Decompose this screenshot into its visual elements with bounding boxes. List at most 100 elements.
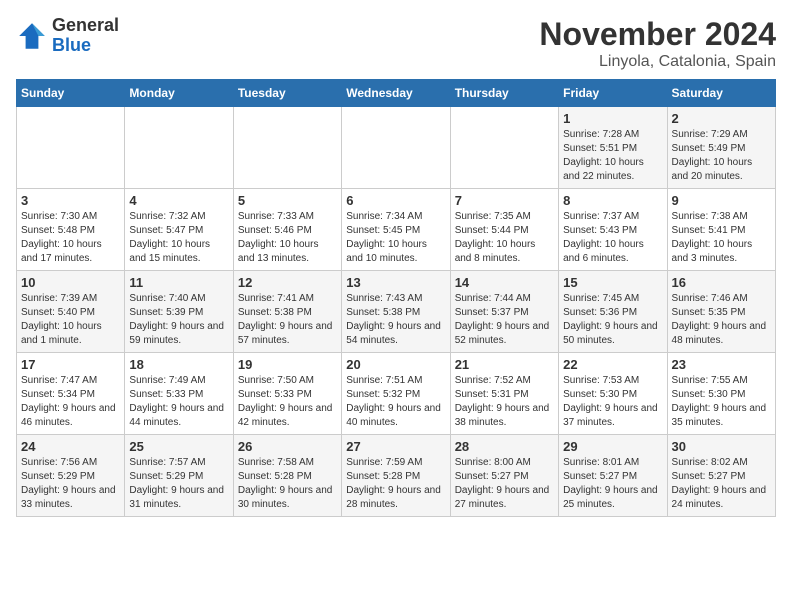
day-info: Sunrise: 7:39 AM Sunset: 5:40 PM Dayligh… — [21, 292, 120, 348]
day-cell: 12 Sunrise: 7:41 AM Sunset: 5:38 PM Dayli… — [233, 271, 341, 353]
day-info: Sunrise: 7:34 AM Sunset: 5:45 PM Dayligh… — [346, 210, 445, 266]
day-cell: 1Sunrise: 7:28 AM Sunset: 5:51 PM Daylig… — [559, 107, 667, 189]
day-info: Sunrise: 7:52 AM Sunset: 5:31 PM Dayligh… — [455, 374, 554, 430]
day-number: 27 — [346, 439, 445, 454]
day-info: Sunrise: 7:38 AM Sunset: 5:41 PM Dayligh… — [672, 210, 771, 266]
day-cell: 24 Sunrise: 7:56 AM Sunset: 5:29 PM Dayli… — [17, 435, 125, 517]
day-cell: 9 Sunrise: 7:38 AM Sunset: 5:41 PM Daylig… — [667, 189, 775, 271]
calendar-table: SundayMondayTuesdayWednesdayThursdayFrid… — [16, 79, 776, 517]
day-number: 17 — [21, 357, 120, 372]
day-number: 7 — [455, 193, 554, 208]
day-cell: 20 Sunrise: 7:51 AM Sunset: 5:32 PM Dayli… — [342, 353, 450, 435]
day-number: 16 — [672, 275, 771, 290]
day-info: Sunrise: 8:01 AM Sunset: 5:27 PM Dayligh… — [563, 456, 662, 512]
day-header-friday: Friday — [559, 80, 667, 107]
week-row-2: 3 Sunrise: 7:30 AM Sunset: 5:48 PM Daylig… — [17, 189, 776, 271]
day-info: Sunrise: 7:45 AM Sunset: 5:36 PM Dayligh… — [563, 292, 662, 348]
day-number: 8 — [563, 193, 662, 208]
week-row-5: 24 Sunrise: 7:56 AM Sunset: 5:29 PM Dayli… — [17, 435, 776, 517]
day-number: 26 — [238, 439, 337, 454]
day-cell: 3 Sunrise: 7:30 AM Sunset: 5:48 PM Daylig… — [17, 189, 125, 271]
day-number: 9 — [672, 193, 771, 208]
day-info: Sunrise: 7:55 AM Sunset: 5:30 PM Dayligh… — [672, 374, 771, 430]
day-number: 30 — [672, 439, 771, 454]
day-info: Sunrise: 7:32 AM Sunset: 5:47 PM Dayligh… — [129, 210, 228, 266]
week-row-3: 10 Sunrise: 7:39 AM Sunset: 5:40 PM Dayli… — [17, 271, 776, 353]
day-number: 29 — [563, 439, 662, 454]
day-cell: 17 Sunrise: 7:47 AM Sunset: 5:34 PM Dayli… — [17, 353, 125, 435]
day-number: 22 — [563, 357, 662, 372]
day-number: 21 — [455, 357, 554, 372]
day-info: Sunrise: 7:50 AM Sunset: 5:33 PM Dayligh… — [238, 374, 337, 430]
day-cell: 2Sunrise: 7:29 AM Sunset: 5:49 PM Daylig… — [667, 107, 775, 189]
week-row-1: 1Sunrise: 7:28 AM Sunset: 5:51 PM Daylig… — [17, 107, 776, 189]
day-number: 20 — [346, 357, 445, 372]
calendar-body: 1Sunrise: 7:28 AM Sunset: 5:51 PM Daylig… — [17, 107, 776, 517]
day-cell: 18Sunrise: 7:49 AM Sunset: 5:33 PM Dayli… — [125, 353, 233, 435]
day-cell: 10 Sunrise: 7:39 AM Sunset: 5:40 PM Dayli… — [17, 271, 125, 353]
day-number: 24 — [21, 439, 120, 454]
day-cell: 16 Sunrise: 7:46 AM Sunset: 5:35 PM Dayli… — [667, 271, 775, 353]
day-cell: 28 Sunrise: 8:00 AM Sunset: 5:27 PM Dayli… — [450, 435, 558, 517]
day-cell — [125, 107, 233, 189]
day-cell: 5Sunrise: 7:33 AM Sunset: 5:46 PM Daylig… — [233, 189, 341, 271]
day-cell — [450, 107, 558, 189]
day-number: 23 — [672, 357, 771, 372]
day-cell: 14 Sunrise: 7:44 AM Sunset: 5:37 PM Dayli… — [450, 271, 558, 353]
day-cell: 15Sunrise: 7:45 AM Sunset: 5:36 PM Dayli… — [559, 271, 667, 353]
month-title: November 2024 — [539, 16, 776, 53]
day-info: Sunrise: 7:35 AM Sunset: 5:44 PM Dayligh… — [455, 210, 554, 266]
day-cell: 19 Sunrise: 7:50 AM Sunset: 5:33 PM Dayli… — [233, 353, 341, 435]
day-info: Sunrise: 7:44 AM Sunset: 5:37 PM Dayligh… — [455, 292, 554, 348]
day-number: 19 — [238, 357, 337, 372]
day-cell: 11 Sunrise: 7:40 AM Sunset: 5:39 PM Dayli… — [125, 271, 233, 353]
day-cell: 27 Sunrise: 7:59 AM Sunset: 5:28 PM Dayli… — [342, 435, 450, 517]
day-info: Sunrise: 7:58 AM Sunset: 5:28 PM Dayligh… — [238, 456, 337, 512]
day-number: 6 — [346, 193, 445, 208]
day-header-tuesday: Tuesday — [233, 80, 341, 107]
day-info: Sunrise: 7:51 AM Sunset: 5:32 PM Dayligh… — [346, 374, 445, 430]
day-number: 5 — [238, 193, 337, 208]
calendar-header-row: SundayMondayTuesdayWednesdayThursdayFrid… — [17, 80, 776, 107]
day-info: Sunrise: 8:00 AM Sunset: 5:27 PM Dayligh… — [455, 456, 554, 512]
day-cell — [233, 107, 341, 189]
day-header-monday: Monday — [125, 80, 233, 107]
day-cell — [17, 107, 125, 189]
day-number: 3 — [21, 193, 120, 208]
day-cell: 13 Sunrise: 7:43 AM Sunset: 5:38 PM Dayli… — [342, 271, 450, 353]
logo-text: General Blue — [52, 16, 119, 56]
day-number: 11 — [129, 275, 228, 290]
day-info: Sunrise: 7:41 AM Sunset: 5:38 PM Dayligh… — [238, 292, 337, 348]
day-info: Sunrise: 7:56 AM Sunset: 5:29 PM Dayligh… — [21, 456, 120, 512]
day-number: 28 — [455, 439, 554, 454]
day-number: 25 — [129, 439, 228, 454]
day-info: Sunrise: 7:30 AM Sunset: 5:48 PM Dayligh… — [21, 210, 120, 266]
logo: General Blue — [16, 16, 119, 56]
day-info: Sunrise: 7:40 AM Sunset: 5:39 PM Dayligh… — [129, 292, 228, 348]
day-cell: 26 Sunrise: 7:58 AM Sunset: 5:28 PM Dayli… — [233, 435, 341, 517]
day-info: Sunrise: 7:59 AM Sunset: 5:28 PM Dayligh… — [346, 456, 445, 512]
day-cell: 8Sunrise: 7:37 AM Sunset: 5:43 PM Daylig… — [559, 189, 667, 271]
day-info: Sunrise: 7:46 AM Sunset: 5:35 PM Dayligh… — [672, 292, 771, 348]
day-cell: 7 Sunrise: 7:35 AM Sunset: 5:44 PM Daylig… — [450, 189, 558, 271]
day-cell — [342, 107, 450, 189]
day-cell: 22 Sunrise: 7:53 AM Sunset: 5:30 PM Dayli… — [559, 353, 667, 435]
day-cell: 23 Sunrise: 7:55 AM Sunset: 5:30 PM Dayli… — [667, 353, 775, 435]
day-number: 13 — [346, 275, 445, 290]
day-info: Sunrise: 8:02 AM Sunset: 5:27 PM Dayligh… — [672, 456, 771, 512]
day-number: 14 — [455, 275, 554, 290]
day-number: 12 — [238, 275, 337, 290]
day-cell: 29 Sunrise: 8:01 AM Sunset: 5:27 PM Dayli… — [559, 435, 667, 517]
day-info: Sunrise: 7:57 AM Sunset: 5:29 PM Dayligh… — [129, 456, 228, 512]
day-info: Sunrise: 7:47 AM Sunset: 5:34 PM Dayligh… — [21, 374, 120, 430]
day-number: 2 — [672, 111, 771, 126]
day-cell: 6 Sunrise: 7:34 AM Sunset: 5:45 PM Daylig… — [342, 189, 450, 271]
day-info: Sunrise: 7:53 AM Sunset: 5:30 PM Dayligh… — [563, 374, 662, 430]
header: General Blue November 2024 Linyola, Cata… — [16, 16, 776, 71]
day-number: 10 — [21, 275, 120, 290]
day-cell: 4Sunrise: 7:32 AM Sunset: 5:47 PM Daylig… — [125, 189, 233, 271]
day-number: 18 — [129, 357, 228, 372]
day-info: Sunrise: 7:43 AM Sunset: 5:38 PM Dayligh… — [346, 292, 445, 348]
day-header-sunday: Sunday — [17, 80, 125, 107]
location-title: Linyola, Catalonia, Spain — [539, 53, 776, 71]
